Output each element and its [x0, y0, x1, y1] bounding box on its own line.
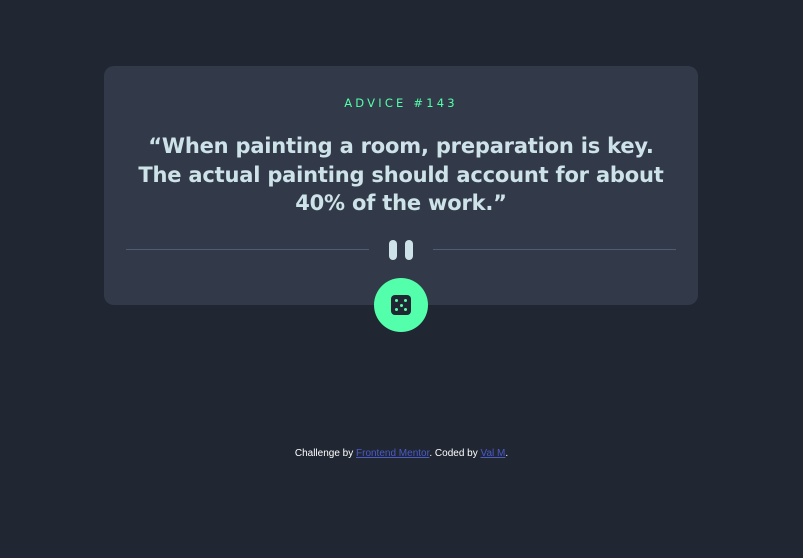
advice-quote: “When painting a room, preparation is ke… [138, 134, 664, 215]
footer-prefix: Challenge by [294, 448, 356, 459]
footer-middle: . Coded by [429, 448, 481, 459]
advice-card: ADVICE #143 “When painting a room, prepa… [104, 66, 698, 332]
pause-icon [389, 240, 415, 260]
pause-bar-left [389, 240, 397, 260]
divider-line-left [126, 249, 369, 250]
attribution-footer: Challenge by Frontend Mentor. Coded by V… [0, 448, 803, 459]
advice-id: ADVICE #143 [344, 96, 458, 110]
footer-suffix: . [505, 448, 509, 459]
pause-bar-right [405, 240, 413, 260]
author-link[interactable]: Val M [481, 448, 506, 459]
divider-line-right [433, 249, 676, 250]
dice-icon [391, 295, 411, 315]
new-advice-button[interactable] [374, 278, 428, 332]
divider [126, 240, 676, 260]
frontend-mentor-link[interactable]: Frontend Mentor [356, 448, 429, 459]
